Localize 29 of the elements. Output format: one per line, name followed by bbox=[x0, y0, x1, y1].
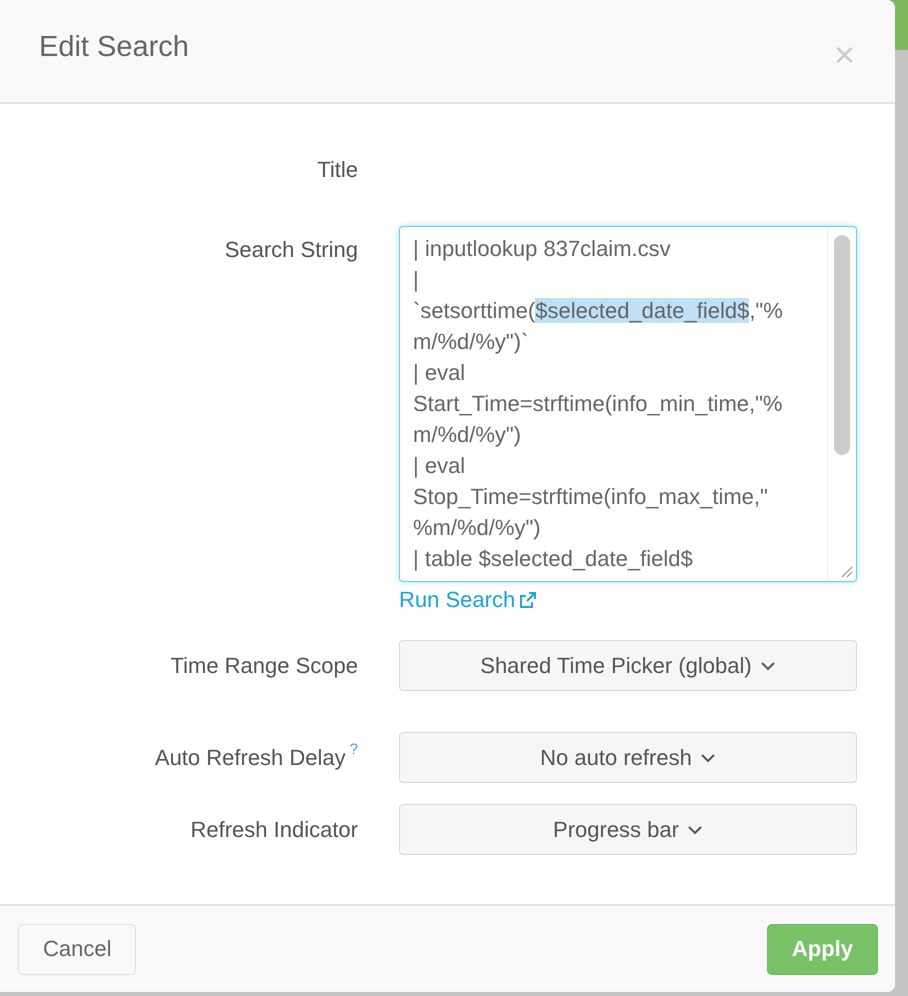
chevron-down-icon bbox=[760, 660, 776, 670]
external-link-icon bbox=[520, 592, 536, 608]
code-line: m/%d/%y") bbox=[413, 421, 522, 449]
code-line: Stop_Time=strftime(info_max_time," bbox=[413, 483, 768, 511]
code-line: | eval bbox=[413, 452, 466, 480]
dropdown[interactable]: Shared Time Picker (global) bbox=[399, 640, 857, 691]
cancel-button[interactable]: Cancel bbox=[18, 924, 136, 974]
resize-handle-icon[interactable] bbox=[841, 566, 853, 578]
dialog-title: Edit Search bbox=[39, 30, 189, 64]
code-line: Start_Time=strftime(info_min_time,"% bbox=[413, 390, 782, 418]
field-label: Refresh Indicator bbox=[190, 816, 358, 844]
dropdown[interactable]: Progress bar bbox=[399, 804, 857, 855]
code-line: | bbox=[413, 266, 419, 294]
dropdown[interactable]: No auto refresh bbox=[399, 732, 857, 783]
search-string-field[interactable] bbox=[399, 226, 857, 582]
field-label: Time Range Scope bbox=[170, 652, 358, 680]
code-line: | table $selected_date_field$ bbox=[413, 545, 693, 573]
code-line: %m/%d/%y") bbox=[413, 514, 541, 542]
code-line: | eval bbox=[413, 359, 466, 387]
chevron-down-icon bbox=[686, 824, 703, 834]
run-search-link[interactable]: Run Search bbox=[399, 587, 536, 613]
chevron-down-icon bbox=[700, 752, 716, 762]
code-line: `setsorttime($selected_date_field$,"% bbox=[413, 297, 783, 325]
code-line: m/%d/%y")` bbox=[413, 328, 528, 356]
field-label: Auto Refresh Delay bbox=[154, 744, 346, 772]
scrollbar-thumb[interactable] bbox=[834, 235, 850, 455]
field-label: Search String bbox=[224, 236, 358, 264]
field-label: Title bbox=[317, 156, 358, 184]
code-line: | inputlookup 837claim.csv bbox=[413, 235, 671, 263]
